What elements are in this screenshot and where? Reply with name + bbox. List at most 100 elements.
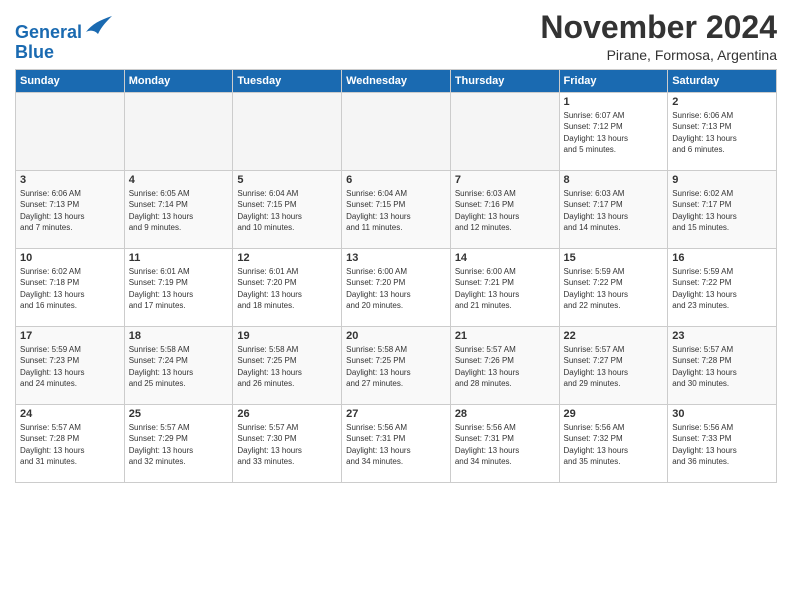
calendar-week-row: 24 Sunrise: 5:57 AM Sunset: 7:28 PM Dayli… bbox=[16, 405, 777, 483]
day-info: Sunrise: 5:57 AM Sunset: 7:28 PM Dayligh… bbox=[672, 344, 772, 389]
calendar-table: Sunday Monday Tuesday Wednesday Thursday… bbox=[15, 69, 777, 483]
table-row: 29 Sunrise: 5:56 AM Sunset: 7:32 PM Dayli… bbox=[559, 405, 668, 483]
day-info: Sunrise: 5:58 AM Sunset: 7:25 PM Dayligh… bbox=[237, 344, 337, 389]
day-info: Sunrise: 6:00 AM Sunset: 7:21 PM Dayligh… bbox=[455, 266, 555, 311]
day-number: 5 bbox=[237, 174, 337, 186]
calendar-week-row: 3Sunrise: 6:06 AM Sunset: 7:13 PM Daylig… bbox=[16, 171, 777, 249]
day-number: 29 bbox=[564, 408, 664, 420]
day-info: Sunrise: 6:07 AM Sunset: 7:12 PM Dayligh… bbox=[564, 110, 664, 155]
day-number: 21 bbox=[455, 330, 555, 342]
day-info: Sunrise: 6:04 AM Sunset: 7:15 PM Dayligh… bbox=[237, 188, 337, 233]
day-number: 28 bbox=[455, 408, 555, 420]
table-row: 9Sunrise: 6:02 AM Sunset: 7:17 PM Daylig… bbox=[668, 171, 777, 249]
table-row: 17 Sunrise: 5:59 AM Sunset: 7:23 PM Dayli… bbox=[16, 327, 125, 405]
table-row: 1 Sunrise: 6:07 AM Sunset: 7:12 PM Daylig… bbox=[559, 93, 668, 171]
table-row: 26 Sunrise: 5:57 AM Sunset: 7:30 PM Dayli… bbox=[233, 405, 342, 483]
day-info: Sunrise: 5:59 AM Sunset: 7:22 PM Dayligh… bbox=[564, 266, 664, 311]
day-number: 15 bbox=[564, 252, 664, 264]
logo-blue: Blue bbox=[15, 43, 112, 63]
day-number: 26 bbox=[237, 408, 337, 420]
day-number: 2 bbox=[672, 96, 772, 108]
day-number: 22 bbox=[564, 330, 664, 342]
day-number: 6 bbox=[346, 174, 446, 186]
calendar-header-row: Sunday Monday Tuesday Wednesday Thursday… bbox=[16, 70, 777, 93]
col-tuesday: Tuesday bbox=[233, 70, 342, 93]
table-row: 3Sunrise: 6:06 AM Sunset: 7:13 PM Daylig… bbox=[16, 171, 125, 249]
table-row bbox=[342, 93, 451, 171]
table-row: 8 Sunrise: 6:03 AM Sunset: 7:17 PM Daylig… bbox=[559, 171, 668, 249]
table-row: 25 Sunrise: 5:57 AM Sunset: 7:29 PM Dayli… bbox=[124, 405, 233, 483]
table-row: 10Sunrise: 6:02 AM Sunset: 7:18 PM Dayli… bbox=[16, 249, 125, 327]
logo-text: General bbox=[15, 14, 112, 43]
day-number: 12 bbox=[237, 252, 337, 264]
table-row: 15 Sunrise: 5:59 AM Sunset: 7:22 PM Dayli… bbox=[559, 249, 668, 327]
day-number: 14 bbox=[455, 252, 555, 264]
day-info: Sunrise: 5:57 AM Sunset: 7:30 PM Dayligh… bbox=[237, 422, 337, 467]
table-row: 27 Sunrise: 5:56 AM Sunset: 7:31 PM Dayli… bbox=[342, 405, 451, 483]
day-info: Sunrise: 5:59 AM Sunset: 7:22 PM Dayligh… bbox=[672, 266, 772, 311]
day-number: 8 bbox=[564, 174, 664, 186]
logo: General Blue bbox=[15, 14, 112, 63]
day-number: 3 bbox=[20, 174, 120, 186]
day-number: 1 bbox=[564, 96, 664, 108]
day-info: Sunrise: 6:01 AM Sunset: 7:19 PM Dayligh… bbox=[129, 266, 229, 311]
table-row: 2 Sunrise: 6:06 AM Sunset: 7:13 PM Daylig… bbox=[668, 93, 777, 171]
table-row: 16Sunrise: 5:59 AM Sunset: 7:22 PM Dayli… bbox=[668, 249, 777, 327]
day-info: Sunrise: 5:58 AM Sunset: 7:25 PM Dayligh… bbox=[346, 344, 446, 389]
day-info: Sunrise: 5:57 AM Sunset: 7:26 PM Dayligh… bbox=[455, 344, 555, 389]
table-row: 19 Sunrise: 5:58 AM Sunset: 7:25 PM Dayli… bbox=[233, 327, 342, 405]
title-block: November 2024 Pirane, Formosa, Argentina bbox=[540, 10, 777, 63]
col-thursday: Thursday bbox=[450, 70, 559, 93]
calendar-week-row: 10Sunrise: 6:02 AM Sunset: 7:18 PM Dayli… bbox=[16, 249, 777, 327]
day-info: Sunrise: 5:59 AM Sunset: 7:23 PM Dayligh… bbox=[20, 344, 120, 389]
col-saturday: Saturday bbox=[668, 70, 777, 93]
day-number: 27 bbox=[346, 408, 446, 420]
table-row: 11 Sunrise: 6:01 AM Sunset: 7:19 PM Dayli… bbox=[124, 249, 233, 327]
day-number: 30 bbox=[672, 408, 772, 420]
calendar-week-row: 17 Sunrise: 5:59 AM Sunset: 7:23 PM Dayli… bbox=[16, 327, 777, 405]
day-number: 25 bbox=[129, 408, 229, 420]
day-info: Sunrise: 5:56 AM Sunset: 7:31 PM Dayligh… bbox=[346, 422, 446, 467]
day-info: Sunrise: 6:03 AM Sunset: 7:17 PM Dayligh… bbox=[564, 188, 664, 233]
table-row: 30 Sunrise: 5:56 AM Sunset: 7:33 PM Dayli… bbox=[668, 405, 777, 483]
day-number: 11 bbox=[129, 252, 229, 264]
month-title: November 2024 bbox=[540, 10, 777, 45]
table-row: 4Sunrise: 6:05 AM Sunset: 7:14 PM Daylig… bbox=[124, 171, 233, 249]
table-row: 24 Sunrise: 5:57 AM Sunset: 7:28 PM Dayli… bbox=[16, 405, 125, 483]
table-row bbox=[16, 93, 125, 171]
table-row: 5 Sunrise: 6:04 AM Sunset: 7:15 PM Daylig… bbox=[233, 171, 342, 249]
day-number: 24 bbox=[20, 408, 120, 420]
day-info: Sunrise: 6:00 AM Sunset: 7:20 PM Dayligh… bbox=[346, 266, 446, 311]
col-wednesday: Wednesday bbox=[342, 70, 451, 93]
calendar-week-row: 1 Sunrise: 6:07 AM Sunset: 7:12 PM Daylig… bbox=[16, 93, 777, 171]
table-row: 6Sunrise: 6:04 AM Sunset: 7:15 PM Daylig… bbox=[342, 171, 451, 249]
table-row bbox=[450, 93, 559, 171]
page-container: General Blue November 2024 Pirane, Formo… bbox=[0, 0, 792, 612]
day-info: Sunrise: 5:57 AM Sunset: 7:27 PM Dayligh… bbox=[564, 344, 664, 389]
header: General Blue November 2024 Pirane, Formo… bbox=[15, 10, 777, 63]
day-number: 13 bbox=[346, 252, 446, 264]
day-number: 19 bbox=[237, 330, 337, 342]
day-info: Sunrise: 6:02 AM Sunset: 7:17 PM Dayligh… bbox=[672, 188, 772, 233]
day-number: 20 bbox=[346, 330, 446, 342]
table-row: 18Sunrise: 5:58 AM Sunset: 7:24 PM Dayli… bbox=[124, 327, 233, 405]
col-monday: Monday bbox=[124, 70, 233, 93]
day-info: Sunrise: 6:03 AM Sunset: 7:16 PM Dayligh… bbox=[455, 188, 555, 233]
day-info: Sunrise: 5:57 AM Sunset: 7:28 PM Dayligh… bbox=[20, 422, 120, 467]
day-info: Sunrise: 6:06 AM Sunset: 7:13 PM Dayligh… bbox=[672, 110, 772, 155]
day-number: 10 bbox=[20, 252, 120, 264]
day-info: Sunrise: 5:56 AM Sunset: 7:33 PM Dayligh… bbox=[672, 422, 772, 467]
day-number: 4 bbox=[129, 174, 229, 186]
table-row: 23Sunrise: 5:57 AM Sunset: 7:28 PM Dayli… bbox=[668, 327, 777, 405]
logo-bird-icon bbox=[84, 14, 112, 38]
table-row: 28 Sunrise: 5:56 AM Sunset: 7:31 PM Dayli… bbox=[450, 405, 559, 483]
col-friday: Friday bbox=[559, 70, 668, 93]
table-row: 22 Sunrise: 5:57 AM Sunset: 7:27 PM Dayli… bbox=[559, 327, 668, 405]
day-info: Sunrise: 5:56 AM Sunset: 7:31 PM Dayligh… bbox=[455, 422, 555, 467]
day-info: Sunrise: 5:57 AM Sunset: 7:29 PM Dayligh… bbox=[129, 422, 229, 467]
day-number: 17 bbox=[20, 330, 120, 342]
table-row: 12Sunrise: 6:01 AM Sunset: 7:20 PM Dayli… bbox=[233, 249, 342, 327]
table-row: 14 Sunrise: 6:00 AM Sunset: 7:21 PM Dayli… bbox=[450, 249, 559, 327]
day-info: Sunrise: 5:56 AM Sunset: 7:32 PM Dayligh… bbox=[564, 422, 664, 467]
day-number: 18 bbox=[129, 330, 229, 342]
